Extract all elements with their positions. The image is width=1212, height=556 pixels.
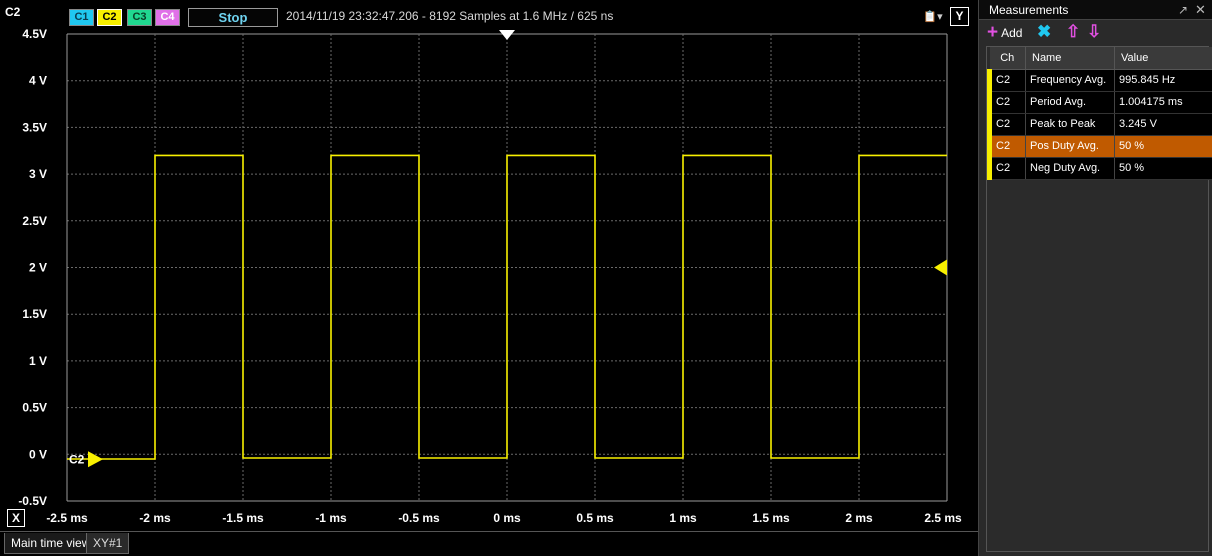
acquisition-info: 2014/11/19 23:32:47.206 - 8192 Samples a… — [286, 9, 614, 23]
trigger-time-marker[interactable] — [499, 30, 515, 40]
channel-c3-button[interactable]: C3 — [127, 9, 152, 26]
move-up-icon[interactable]: ⇧ — [1066, 22, 1080, 42]
measurements-panel: Measurements ↗ ✕ + Add ✖ ⇧ ⇩ Ch Name Val… — [978, 0, 1212, 556]
trace-c2 — [67, 154, 947, 460]
row-value: 995.845 Hz — [1114, 69, 1212, 92]
view-tabs: Main time view XY#1 — [0, 531, 978, 556]
marker-layer: C2 — [69, 30, 947, 468]
x-tick-label: -2 ms — [139, 511, 171, 525]
y-tick-label: 1 V — [29, 354, 47, 368]
channel-c2-button[interactable]: C2 — [97, 9, 122, 26]
column-header-value[interactable]: Value — [1114, 47, 1212, 70]
row-value: 3.245 V — [1114, 113, 1212, 136]
y-tick-label: 3.5V — [22, 120, 47, 134]
pin-icon[interactable]: ↗ — [1178, 3, 1188, 17]
close-icon[interactable]: ✕ — [1195, 2, 1206, 18]
plus-icon: + — [987, 21, 999, 43]
y-tick-label: 2.5V — [22, 214, 47, 228]
waveform-plot[interactable]: -0.5V 0 V 0.5V 1 V 1.5V 2 V 2.5V 3 V 3.5V 4 V 4.5V… — [0, 0, 978, 531]
measurements-table-container: Ch Name Value C2 Frequency Avg. 995.845 … — [986, 46, 1212, 552]
row-name: Neg Duty Avg. — [1025, 157, 1115, 180]
y-tick-label: 3 V — [29, 167, 47, 181]
row-name: Peak to Peak — [1025, 113, 1115, 136]
scope-view: -0.5V 0 V 0.5V 1 V 1.5V 2 V 2.5V 3 V 3.5V 4 V 4.5V… — [0, 0, 978, 556]
active-channel-tag: C2 — [5, 5, 21, 19]
x-tick-label: 1 ms — [669, 511, 697, 525]
column-header-ch[interactable]: Ch — [989, 47, 1026, 70]
channel-offset-label: C2 — [69, 452, 85, 466]
channel-c1-button[interactable]: C1 — [69, 9, 94, 26]
add-measurement-button[interactable]: + Add — [987, 23, 1022, 42]
y-axis-button[interactable]: Y — [950, 7, 969, 26]
run-stop-button[interactable]: Stop — [188, 8, 278, 27]
column-header-name[interactable]: Name — [1025, 47, 1115, 70]
table-row[interactable]: C2 Frequency Avg. 995.845 Hz — [987, 69, 1212, 92]
row-name: Period Avg. — [1025, 91, 1115, 114]
y-tick-label: 4 V — [29, 74, 47, 88]
trace-layer — [67, 154, 947, 460]
measurements-toolbar: + Add ✖ ⇧ ⇩ — [979, 20, 1212, 45]
tab-xy1[interactable]: XY#1 — [86, 533, 130, 554]
y-tick-label: 0 V — [29, 447, 47, 461]
row-value: 1.004175 ms — [1114, 91, 1212, 114]
x-tick-label: -1.5 ms — [222, 511, 264, 525]
y-tick-label: -0.5V — [18, 494, 47, 508]
x-axis-button[interactable]: X — [7, 509, 25, 527]
export-icon[interactable]: 📋▾ — [922, 9, 944, 25]
row-name: Frequency Avg. — [1025, 69, 1115, 92]
y-tick-label: 2 V — [29, 261, 47, 275]
row-channel: C2 — [987, 91, 1026, 114]
x-tick-label: 1.5 ms — [752, 511, 790, 525]
x-axis-labels: -2.5 ms -2 ms -1.5 ms -1 ms -0.5 ms 0 ms 0.5 m… — [46, 511, 962, 525]
table-row[interactable]: C2 Peak to Peak 3.245 V — [987, 113, 1212, 136]
y-tick-label: 1.5V — [22, 307, 47, 321]
trigger-level-marker[interactable] — [934, 259, 947, 276]
channel-c4-button[interactable]: C4 — [155, 9, 180, 26]
row-channel: C2 — [987, 135, 1026, 158]
measurements-header: Measurements ↗ ✕ — [979, 0, 1212, 20]
table-row[interactable]: C2 Period Avg. 1.004175 ms — [987, 91, 1212, 114]
move-down-icon[interactable]: ⇩ — [1087, 22, 1101, 42]
measurements-table: Ch Name Value C2 Frequency Avg. 995.845 … — [987, 47, 1212, 180]
row-name: Pos Duty Avg. — [1025, 135, 1115, 158]
tab-main-time-view[interactable]: Main time view — [4, 533, 98, 554]
x-tick-label: -1 ms — [315, 511, 347, 525]
add-label: Add — [1001, 25, 1023, 40]
row-value: 50 % — [1114, 157, 1212, 180]
row-channel: C2 — [987, 157, 1026, 180]
y-tick-label: 0.5V — [22, 401, 47, 415]
measurements-title: Measurements — [989, 3, 1069, 17]
row-value: 50 % — [1114, 135, 1212, 158]
x-tick-label: 0.5 ms — [576, 511, 614, 525]
y-tick-label: 4.5V — [22, 27, 47, 41]
y-axis-labels: -0.5V 0 V 0.5V 1 V 1.5V 2 V 2.5V 3 V 3.5V 4 V 4.5V — [18, 27, 47, 508]
x-tick-label: 2.5 ms — [924, 511, 962, 525]
x-tick-label: -0.5 ms — [398, 511, 440, 525]
x-tick-label: 0 ms — [493, 511, 521, 525]
table-row-selected[interactable]: C2 Pos Duty Avg. 50 % — [987, 135, 1212, 158]
table-row[interactable]: C2 Neg Duty Avg. 50 % — [987, 157, 1212, 180]
row-channel: C2 — [987, 69, 1026, 92]
x-tick-label: 2 ms — [845, 511, 873, 525]
channel-offset-marker[interactable] — [88, 451, 103, 468]
x-tick-label: -2.5 ms — [46, 511, 88, 525]
remove-measurement-icon[interactable]: ✖ — [1037, 22, 1051, 42]
row-channel: C2 — [987, 113, 1026, 136]
